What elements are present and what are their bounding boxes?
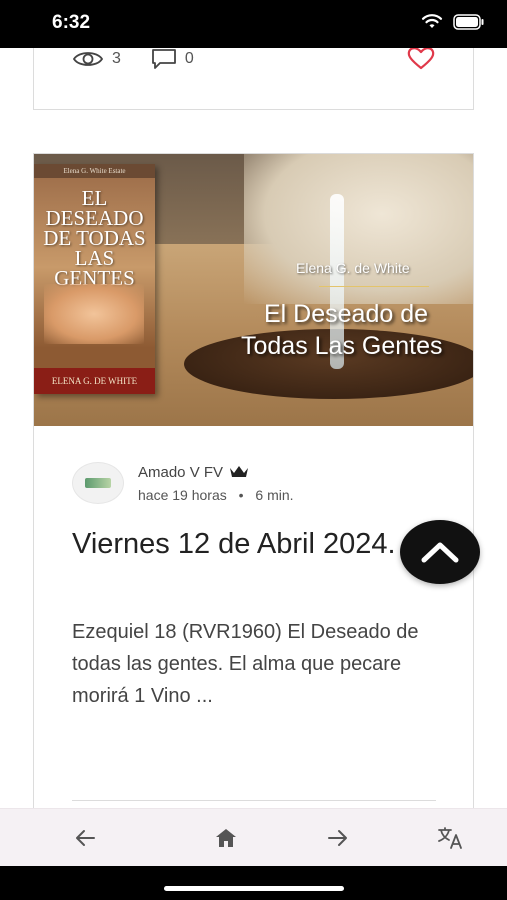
banner-divider	[319, 286, 429, 287]
chevron-up-icon	[421, 542, 459, 563]
banner-title-line2: Todas Las Gentes	[241, 332, 443, 360]
book-hands-image	[44, 284, 144, 344]
wifi-icon	[421, 14, 443, 28]
banner-author: Elena G. de White	[296, 260, 410, 276]
post-cover-image[interactable]: Elena G. White Estate EL DESEADO DE TODA…	[34, 154, 473, 426]
home-indicator-area	[0, 866, 507, 900]
book-author: ELENA G. DE WHITE	[34, 368, 155, 394]
status-icons	[421, 14, 485, 30]
comments-count: 0	[184, 50, 194, 67]
meta-separator: •	[238, 486, 244, 503]
post-author-row[interactable]: Amado V FV hace 19 horas • 6 min.	[72, 462, 294, 504]
post-card[interactable]: Elena G. White Estate EL DESEADO DE TODA…	[33, 153, 474, 808]
crown-icon	[230, 466, 249, 477]
post-title[interactable]: Viernes 12 de Abril 2024.	[72, 524, 412, 564]
feed[interactable]: 3 0 Elena G. White Estate EL DESEADO DE …	[0, 48, 507, 808]
translate-button[interactable]	[436, 823, 466, 853]
comment-icon	[152, 49, 176, 69]
back-button[interactable]	[70, 823, 100, 853]
author-name-row: Amado V FV	[138, 464, 294, 481]
battery-icon	[453, 14, 484, 30]
banner-title-line1: El Deseado de	[264, 300, 429, 328]
scroll-top-button[interactable]	[400, 520, 480, 584]
forward-button[interactable]	[323, 823, 353, 853]
eye-icon	[72, 52, 104, 66]
author-info: Amado V FV hace 19 horas • 6 min.	[138, 464, 294, 503]
status-bar: 6:32	[0, 0, 507, 48]
translate-icon	[438, 827, 462, 849]
avatar[interactable]	[72, 462, 124, 504]
banner-figure	[244, 154, 473, 304]
home-icon	[216, 829, 236, 847]
views-count: 3	[112, 50, 121, 67]
book-top-text: Elena G. White Estate	[34, 164, 155, 178]
heart-icon[interactable]	[407, 48, 435, 70]
avatar-logo	[85, 478, 111, 488]
post-time: hace 19 horas	[138, 486, 227, 503]
home-indicator[interactable]	[164, 886, 344, 891]
comments-stat[interactable]: 0	[151, 48, 194, 70]
read-time: 6 min.	[255, 486, 294, 503]
post-excerpt[interactable]: Ezequiel 18 (RVR1960) El Deseado de toda…	[72, 616, 442, 712]
home-button[interactable]	[211, 823, 241, 853]
bottom-nav	[0, 808, 507, 866]
book-title: EL DESEADO DE TODAS LAS GENTES	[43, 186, 146, 290]
arrow-right-icon	[328, 830, 347, 846]
previous-post-card[interactable]: 3 0	[33, 48, 474, 110]
status-time: 6:32	[52, 12, 91, 33]
card-divider	[72, 800, 436, 801]
book-cover: Elena G. White Estate EL DESEADO DE TODA…	[34, 164, 155, 394]
views-stat: 3	[72, 49, 121, 69]
arrow-left-icon	[76, 830, 95, 846]
post-meta: hace 19 horas • 6 min.	[138, 487, 294, 503]
author-name[interactable]: Amado V FV	[138, 464, 223, 481]
post-stats: 3 0	[72, 48, 224, 70]
